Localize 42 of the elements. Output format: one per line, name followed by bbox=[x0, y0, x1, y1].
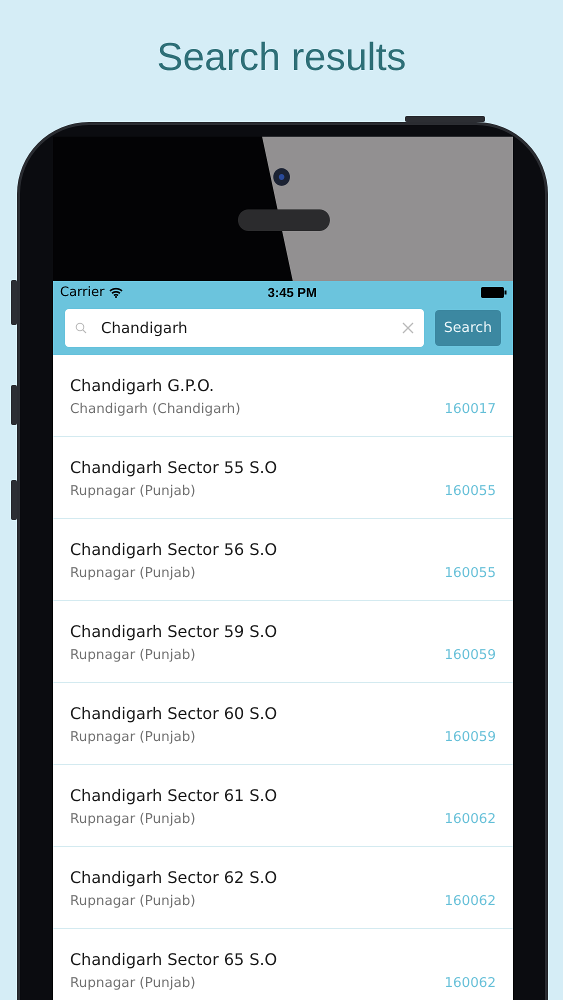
pincode-label: 160062 bbox=[444, 974, 496, 993]
post-office-name: Chandigarh Sector 56 S.O bbox=[70, 539, 278, 561]
post-office-name: Chandigarh Sector 65 S.O bbox=[70, 949, 278, 971]
result-row[interactable]: Chandigarh Sector 62 S.O Rupnagar (Punjab) 160062 bbox=[53, 847, 513, 929]
battery-icon bbox=[480, 286, 507, 298]
result-row[interactable]: Chandigarh G.P.O. Chandigarh (Chandigarh) 160017 bbox=[53, 355, 513, 437]
status-time: 3:45 PM bbox=[268, 284, 317, 300]
post-office-name: Chandigarh Sector 61 S.O bbox=[70, 785, 278, 807]
district-label: Rupnagar (Punjab) bbox=[70, 810, 196, 829]
result-row[interactable]: Chandigarh Sector 61 S.O Rupnagar (Punjab) 160062 bbox=[53, 765, 513, 847]
clear-icon[interactable] bbox=[402, 322, 414, 334]
pincode-label: 160017 bbox=[444, 400, 496, 419]
wifi-icon bbox=[109, 286, 124, 298]
post-office-name: Chandigarh Sector 59 S.O bbox=[70, 621, 278, 643]
search-button[interactable]: Search bbox=[434, 310, 501, 346]
pincode-label: 160062 bbox=[444, 892, 496, 911]
district-label: Chandigarh (Chandigarh) bbox=[70, 400, 241, 419]
district-label: Rupnagar (Punjab) bbox=[70, 728, 196, 747]
pincode-label: 160055 bbox=[444, 564, 496, 583]
district-label: Rupnagar (Punjab) bbox=[70, 564, 196, 583]
page-heading: Search results bbox=[156, 35, 408, 81]
search-field[interactable]: Chandigarh bbox=[65, 309, 424, 347]
district-label: Rupnagar (Punjab) bbox=[70, 974, 196, 993]
post-office-name: Chandigarh G.P.O. bbox=[70, 375, 216, 397]
carrier-label: Carrier bbox=[60, 284, 104, 300]
search-icon bbox=[75, 322, 87, 334]
pincode-label: 160062 bbox=[444, 810, 496, 829]
search-query: Chandigarh bbox=[101, 319, 188, 337]
pincode-label: 160055 bbox=[444, 482, 496, 501]
result-row[interactable]: Chandigarh Sector 65 S.O Rupnagar (Punjab) 160062 bbox=[53, 929, 513, 1000]
district-label: Rupnagar (Punjab) bbox=[70, 646, 196, 665]
post-office-name: Chandigarh Sector 60 S.O bbox=[70, 703, 278, 725]
pincode-label: 160059 bbox=[444, 728, 496, 747]
post-office-name: Chandigarh Sector 55 S.O bbox=[70, 457, 278, 479]
pincode-label: 160059 bbox=[444, 646, 496, 665]
post-office-name: Chandigarh Sector 62 S.O bbox=[70, 867, 278, 889]
result-row[interactable]: Chandigarh Sector 59 S.O Rupnagar (Punjab) 160059 bbox=[53, 601, 513, 683]
district-label: Rupnagar (Punjab) bbox=[70, 482, 196, 501]
result-row[interactable]: Chandigarh Sector 60 S.O Rupnagar (Punjab) 160059 bbox=[53, 683, 513, 765]
result-row[interactable]: Chandigarh Sector 55 S.O Rupnagar (Punjab) 160055 bbox=[53, 437, 513, 519]
result-row[interactable]: Chandigarh Sector 56 S.O Rupnagar (Punjab) 160055 bbox=[53, 519, 513, 601]
district-label: Rupnagar (Punjab) bbox=[70, 892, 196, 911]
